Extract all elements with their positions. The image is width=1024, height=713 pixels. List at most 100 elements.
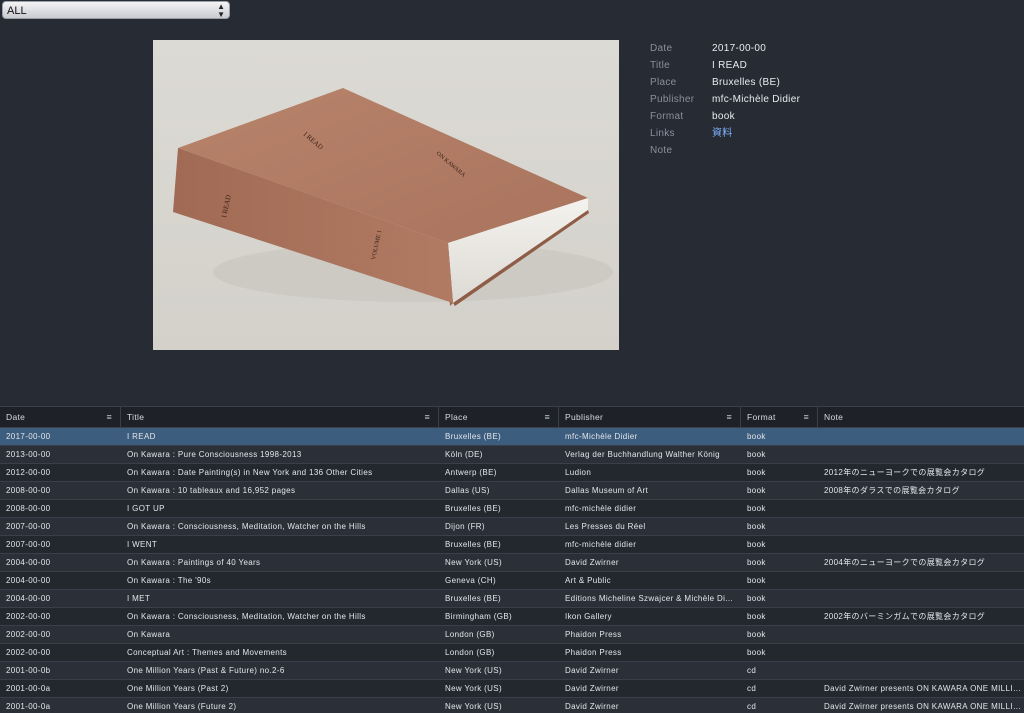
detail-links: Links 資料 xyxy=(650,125,800,142)
column-header-date[interactable]: Date ≡ xyxy=(0,407,121,427)
detail-label: Links xyxy=(650,128,675,139)
column-menu-icon[interactable]: ≡ xyxy=(726,407,732,427)
table-row[interactable]: 2002-00-00 On Kawara London (GB) Phaidon Pr… xyxy=(0,626,1024,644)
cell-title: On Kawara : Consciousness, Meditation, W… xyxy=(127,612,366,621)
detail-place: Place Bruxelles (BE) xyxy=(650,74,800,91)
cell-format: book xyxy=(747,468,766,477)
book-illustration: I READ ON KAWARA I READ VOLUME 1 xyxy=(173,88,613,306)
cell-note xyxy=(818,626,1024,643)
cell-title: On Kawara : 10 tableaux and 16,952 pages xyxy=(127,486,296,495)
table-row[interactable]: 2007-00-00 I WENT Bruxelles (BE) mfc-michèl… xyxy=(0,536,1024,554)
cell-format: book xyxy=(747,612,766,621)
table-row[interactable]: 2004-00-00 On Kawara : Paintings of 40 Ye… xyxy=(0,554,1024,572)
cell-title: One Million Years (Past 2) xyxy=(127,684,229,693)
column-menu-icon[interactable]: ≡ xyxy=(424,407,430,427)
cell-note xyxy=(818,536,1024,553)
cell-place: Birmingham (GB) xyxy=(445,612,513,621)
table-row[interactable]: 2008-00-00 On Kawara : 10 tableaux and 16… xyxy=(0,482,1024,500)
cell-note xyxy=(818,572,1024,589)
cell-publisher: Ikon Gallery xyxy=(565,612,612,621)
cell-note xyxy=(818,590,1024,607)
cell-note: 2008年のダラスでの展覧会カタログ xyxy=(824,486,960,495)
cell-publisher: Dallas Museum of Art xyxy=(565,486,649,495)
column-header-note[interactable]: Note xyxy=(818,407,1024,427)
cell-place: Bruxelles (BE) xyxy=(445,504,502,513)
cell-date: 2004-00-00 xyxy=(6,576,51,585)
column-header-place[interactable]: Place ≡ xyxy=(439,407,559,427)
table-row[interactable]: 2008-00-00 I GOT UP Bruxelles (BE) mfc-mich… xyxy=(0,500,1024,518)
table-body: 2017-00-00 I READ Bruxelles (BE) mfc-Michèl… xyxy=(0,428,1024,713)
detail-note: Note xyxy=(650,142,800,159)
filter-select-value: ALL xyxy=(7,5,27,17)
cell-note: 2012年のニューヨークでの展覧会カタログ xyxy=(824,468,986,477)
cell-date: 2007-00-00 xyxy=(6,540,51,549)
table-row-selected[interactable]: 2017-00-00 I READ Bruxelles (BE) mfc-Michèl… xyxy=(0,428,1024,446)
column-header-format[interactable]: Format ≡ xyxy=(741,407,818,427)
table-row[interactable]: 2012-00-00 On Kawara : Date Painting(s) i… xyxy=(0,464,1024,482)
column-header-label: Format xyxy=(747,412,776,422)
cell-note xyxy=(818,662,1024,679)
cell-title: Conceptual Art : Themes and Movements xyxy=(127,648,287,657)
table-row[interactable]: 2001-00-0a One Million Years (Future 2) Ne… xyxy=(0,698,1024,713)
cell-date: 2013-00-00 xyxy=(6,450,51,459)
cell-publisher: David Zwirner xyxy=(565,666,619,675)
cell-title: On Kawara : Pure Consciousness 1998-2013 xyxy=(127,450,302,459)
cell-title: I GOT UP xyxy=(127,504,165,513)
cell-publisher: mfc-michèle didier xyxy=(565,540,637,549)
filter-select[interactable]: ALL ▲ ▼ xyxy=(2,1,230,19)
cell-title: One Million Years (Future 2) xyxy=(127,702,237,711)
cell-publisher: Phaidon Press xyxy=(565,630,622,639)
detail-date: Date 2017-00-00 xyxy=(650,40,800,57)
cell-date: 2008-00-00 xyxy=(6,486,51,495)
cell-note xyxy=(818,428,1024,445)
cell-format: cd xyxy=(747,666,757,675)
records-table: Date ≡ Title ≡ Place ≡ Publisher ≡ Forma… xyxy=(0,406,1024,713)
cell-date: 2004-00-00 xyxy=(6,558,51,567)
cell-publisher: Ludion xyxy=(565,468,592,477)
cell-place: New York (US) xyxy=(445,702,503,711)
detail-label: Format xyxy=(650,111,684,122)
detail-link[interactable]: 資料 xyxy=(712,125,733,142)
cell-place: New York (US) xyxy=(445,558,503,567)
table-row[interactable]: 2002-00-00 Conceptual Art : Themes and Mo… xyxy=(0,644,1024,662)
cell-note xyxy=(818,644,1024,661)
column-header-title[interactable]: Title ≡ xyxy=(121,407,439,427)
table-row[interactable]: 2007-00-00 On Kawara : Consciousness, Med… xyxy=(0,518,1024,536)
detail-label: Note xyxy=(650,145,673,156)
table-row[interactable]: 2001-00-0b One Million Years (Past & Futu… xyxy=(0,662,1024,680)
column-header-publisher[interactable]: Publisher ≡ xyxy=(559,407,741,427)
cell-format: book xyxy=(747,630,766,639)
detail-label: Date xyxy=(650,43,673,54)
cell-format: book xyxy=(747,576,766,585)
cell-title: One Million Years (Past & Future) no.2-6 xyxy=(127,666,285,675)
cell-publisher: mfc-michèle didier xyxy=(565,504,637,513)
cell-format: book xyxy=(747,558,766,567)
table-row[interactable]: 2004-00-00 On Kawara : The '90s Geneva (CH… xyxy=(0,572,1024,590)
detail-label: Publisher xyxy=(650,94,695,105)
cell-format: book xyxy=(747,648,766,657)
table-row[interactable]: 2004-00-00 I MET Bruxelles (BE) Editions Mi… xyxy=(0,590,1024,608)
cell-place: Bruxelles (BE) xyxy=(445,594,502,603)
cell-title: I MET xyxy=(127,594,151,603)
cell-format: book xyxy=(747,504,766,513)
cell-date: 2001-00-0a xyxy=(6,702,51,711)
column-header-label: Note xyxy=(824,412,844,422)
cell-note xyxy=(818,446,1024,463)
cell-place: New York (US) xyxy=(445,666,503,675)
column-menu-icon[interactable]: ≡ xyxy=(803,407,809,427)
detail-publisher: Publisher mfc-Michèle Didier xyxy=(650,91,800,108)
cell-title: On Kawara : Paintings of 40 Years xyxy=(127,558,261,567)
cell-place: Bruxelles (BE) xyxy=(445,432,502,441)
details-panel: Date 2017-00-00 Title I READ Place Bruxe… xyxy=(650,40,800,159)
cell-place: Geneva (CH) xyxy=(445,576,496,585)
table-row[interactable]: 2001-00-0a One Million Years (Past 2) New … xyxy=(0,680,1024,698)
column-menu-icon[interactable]: ≡ xyxy=(544,407,550,427)
table-row[interactable]: 2013-00-00 On Kawara : Pure Consciousness… xyxy=(0,446,1024,464)
cell-publisher: David Zwirner xyxy=(565,558,619,567)
column-menu-icon[interactable]: ≡ xyxy=(106,407,112,427)
table-row[interactable]: 2002-00-00 On Kawara : Consciousness, Med… xyxy=(0,608,1024,626)
cell-place: London (GB) xyxy=(445,630,495,639)
cell-title: On Kawara xyxy=(127,630,171,639)
cell-publisher: mfc-Michèle Didier xyxy=(565,432,638,441)
book-photo: I READ ON KAWARA I READ VOLUME 1 xyxy=(153,40,619,350)
